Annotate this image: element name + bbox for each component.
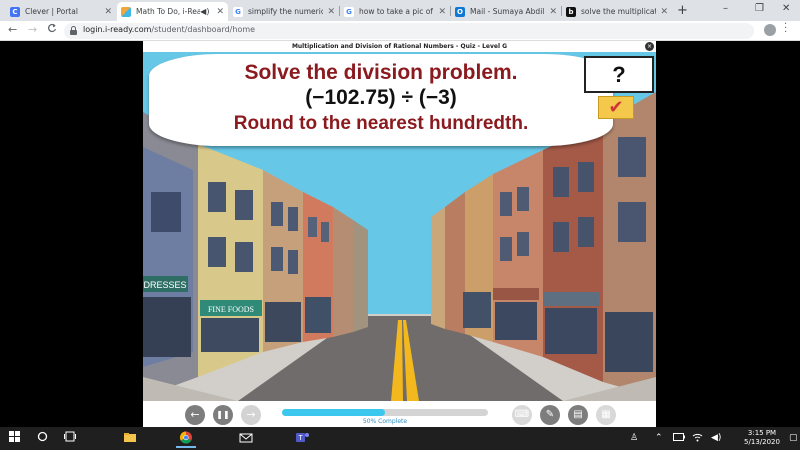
chrome-taskbar-button[interactable] — [176, 429, 196, 448]
file-explorer-button[interactable] — [120, 429, 140, 448]
page-content: Multiplication and Division of Rational … — [0, 41, 800, 427]
teams-icon: T — [296, 433, 309, 442]
checkmark-icon: ✔ — [608, 97, 624, 118]
lesson-control-bar: ← ❚❚ → 50% Complete ⌨ ✎ ▤ ▦ — [143, 401, 656, 427]
tab-close-icon[interactable]: ✕ — [438, 7, 446, 17]
check-answer-button[interactable]: ✔ — [598, 96, 634, 119]
close-window-button[interactable]: ✕ — [782, 3, 790, 14]
task-view-icon — [64, 431, 76, 442]
system-tray-up-icon[interactable]: ⌃ — [655, 433, 663, 443]
tab-title: Math To Do, i-Ready — [136, 7, 201, 16]
tab-close-icon[interactable]: ✕ — [549, 7, 557, 17]
clock-time: 3:15 PM — [747, 429, 777, 437]
tab-close-icon[interactable]: ✕ — [104, 7, 112, 17]
progress-label: 50% Complete — [362, 418, 408, 425]
tab-mail[interactable]: O Mail - Sumaya Abdille - ✕ — [451, 2, 561, 21]
tab-title: Clever | Portal — [25, 7, 78, 16]
forward-button[interactable]: → — [28, 23, 37, 36]
people-icon[interactable]: ♙ — [630, 433, 638, 443]
reload-button[interactable] — [47, 23, 57, 36]
chrome-icon — [179, 431, 192, 444]
address-bar[interactable]: login.i-ready.com/student/dashboard/home… — [64, 23, 754, 39]
tab-google-simplify[interactable]: G simplify the numerical e ✕ — [229, 2, 339, 21]
tab-title: solve the multiplication — [581, 7, 656, 16]
volume-icon[interactable]: ◀) — [711, 433, 721, 443]
new-tab-button[interactable]: + — [677, 3, 688, 18]
url-path: /student/dashboard/home — [151, 25, 256, 34]
tab-brainly[interactable]: b solve the multiplication ✕ — [562, 2, 672, 21]
mail-icon — [239, 433, 253, 443]
maximize-button[interactable]: ❐ — [755, 3, 764, 14]
profile-avatar[interactable] — [764, 24, 776, 36]
svg-text:FINE FOODS: FINE FOODS — [208, 305, 254, 314]
speaker-icon[interactable]: ◀) — [200, 7, 209, 16]
battery-icon[interactable] — [673, 433, 685, 444]
pause-icon: ❚❚ — [216, 410, 230, 419]
reload-icon — [48, 23, 57, 33]
google-icon: G — [233, 6, 243, 17]
pencil-tool-button[interactable]: ✎ — [540, 405, 560, 425]
calculator-icon: ▦ — [601, 409, 611, 420]
svg-text:T: T — [298, 435, 303, 442]
next-button[interactable]: → — [241, 405, 261, 425]
google-icon: G — [344, 6, 354, 17]
clever-icon: C — [10, 6, 20, 17]
windows-start-button[interactable] — [9, 431, 20, 445]
url-host: login.i-ready.com — [83, 25, 152, 34]
tab-title: simplify the numerical e — [248, 7, 324, 16]
pause-button[interactable]: ❚❚ — [213, 405, 233, 425]
tab-close-icon[interactable]: ✕ — [216, 7, 224, 17]
tab-title: how to take a pic of you — [359, 7, 434, 16]
tab-google-pic[interactable]: G how to take a pic of you ✕ — [340, 2, 450, 21]
keyboard-icon: ⌨ — [514, 409, 530, 420]
mail-app-button[interactable] — [236, 429, 256, 448]
arrow-right-icon: → — [246, 408, 256, 421]
keyboard-tool-button[interactable]: ⌨ — [512, 405, 532, 425]
teams-app-button[interactable]: T — [292, 429, 312, 448]
progress-bar — [282, 409, 488, 416]
tab-close-icon[interactable]: ✕ — [660, 7, 668, 17]
clock-date: 5/13/2020 — [744, 438, 780, 446]
calculator-tool-button[interactable]: ▦ — [596, 405, 616, 425]
tab-clever[interactable]: C Clever | Portal ✕ — [6, 2, 116, 21]
windows-logo-icon — [9, 431, 20, 442]
iready-icon — [121, 6, 131, 17]
tab-close-icon[interactable]: ✕ — [327, 7, 335, 17]
progress-bar-fill — [282, 409, 385, 416]
outlook-icon: O — [455, 6, 465, 17]
taskbar-clock[interactable]: 3:15 PM 5/13/2020 — [738, 429, 786, 447]
minimize-button[interactable]: – — [723, 3, 728, 14]
problem-expression: (−102.75) ÷ (−3) — [305, 86, 457, 109]
cortana-circle-icon — [37, 431, 48, 442]
windows-taskbar: T ♙ ⌃ ◀) 3:15 PM 5/13/2020 ▢ — [0, 427, 800, 450]
previous-button[interactable]: ← — [185, 405, 205, 425]
notifications-icon[interactable]: ▢ — [789, 433, 798, 443]
answer-input-box[interactable]: ? — [584, 56, 654, 93]
cortana-search-button[interactable] — [37, 431, 48, 445]
lock-icon — [70, 26, 77, 35]
task-view-button[interactable] — [64, 431, 76, 445]
problem-instruction: Solve the division problem. — [244, 61, 518, 84]
wifi-icon[interactable] — [692, 433, 703, 445]
notepad-icon: ▤ — [573, 409, 583, 420]
svg-text:DRESSES: DRESSES — [143, 280, 186, 290]
question-speech-bubble: Solve the division problem. (−102.75) ÷ … — [149, 54, 613, 146]
folder-icon — [124, 433, 136, 442]
lesson-title: Multiplication and Division of Rational … — [143, 41, 656, 52]
pencil-icon: ✎ — [545, 409, 555, 420]
browser-toolbar: ← → login.i-ready.com/student/dashboard/… — [0, 21, 800, 41]
browser-menu-icon[interactable]: · · · — [784, 20, 787, 38]
tab-iready[interactable]: Math To Do, i-Ready ◀) ✕ — [117, 2, 228, 21]
notepad-tool-button[interactable]: ▤ — [568, 405, 588, 425]
tab-strip: C Clever | Portal ✕ Math To Do, i-Ready … — [0, 0, 800, 21]
back-button[interactable]: ← — [8, 23, 17, 36]
iready-lesson-frame: Multiplication and Division of Rational … — [143, 41, 656, 427]
lesson-close-button[interactable]: × — [645, 42, 654, 51]
tab-title: Mail - Sumaya Abdille - — [470, 7, 545, 16]
brainly-icon: b — [566, 6, 576, 17]
url-text[interactable]: login.i-ready.com/student/dashboard/home — [83, 25, 255, 34]
problem-rounding-instruction: Round to the nearest hundredth. — [233, 113, 529, 134]
arrow-left-icon: ← — [190, 408, 200, 421]
